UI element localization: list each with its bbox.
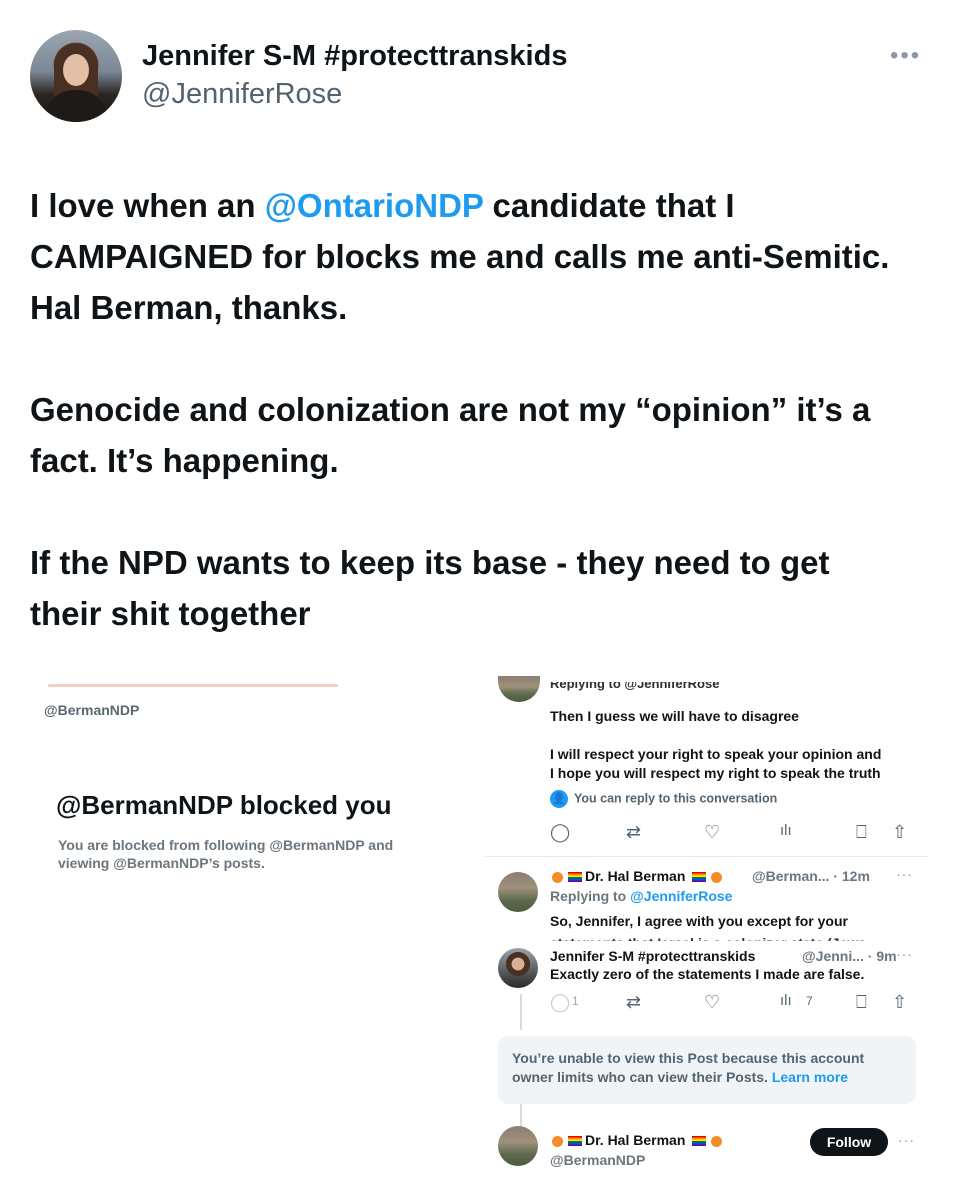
author-display-name[interactable]: Jennifer S-M #protecttranskids	[142, 40, 567, 73]
reply-count: 1	[572, 994, 579, 1008]
tweet-paragraph-2: Genocide and colonization are not my “op…	[30, 391, 871, 479]
mention-link[interactable]: @JenniferRose	[630, 888, 732, 904]
bottom-name-row: Dr. Hal Berman	[550, 1132, 724, 1148]
reply-icon[interactable]: ◯	[550, 822, 570, 843]
more-icon[interactable]: ···	[896, 946, 913, 962]
person-icon: 👤	[550, 790, 568, 808]
tweet-paragraph-3: If the NPD wants to keep its base - they…	[30, 544, 830, 632]
flag-emoji	[692, 1136, 707, 1147]
bottom-handle: @BermanNDP	[550, 1152, 646, 1168]
blocked-description: You are blocked from following @BermanND…	[58, 837, 394, 871]
jen-text: Exactly zero of the statements I made ar…	[550, 966, 865, 982]
bookmark-icon[interactable]: ⎕	[856, 822, 867, 843]
views-icon[interactable]: ılı	[780, 822, 792, 839]
jen-handle-time: @Jenni... · 9m	[802, 948, 897, 964]
reply-icon[interactable]: ◯	[550, 992, 570, 1013]
more-icon[interactable]: ···	[896, 866, 913, 882]
share-icon[interactable]: ⇧	[892, 992, 907, 1013]
action-bar: ◯ ⇄ ♡ ılı ⎕ ⇧	[550, 822, 920, 844]
follow-button[interactable]: Follow	[810, 1128, 888, 1156]
reply-text-line: Then I guess we will have to disagree	[550, 708, 799, 724]
views-icon[interactable]: ılı	[780, 992, 792, 1009]
tweet-paragraph-1: I love when an @OntarioNDP candidate tha…	[30, 180, 910, 333]
tweet-header: Dr. Hal Berman	[550, 868, 724, 884]
blocked-handle: @BermanNDP	[44, 702, 140, 718]
blocked-screenshot: @BermanNDP @BermanNDP blocked you You ar…	[36, 676, 466, 936]
blocked-title: @BermanNDP blocked you	[56, 790, 392, 820]
author-avatar[interactable]	[30, 30, 122, 122]
peach-emoji	[552, 871, 563, 883]
thread-line	[520, 994, 522, 1030]
more-icon[interactable]: ···	[898, 1132, 915, 1148]
replying-to-cropped: Replying to @JenniferRose	[550, 682, 720, 691]
peach-emoji	[552, 1135, 563, 1147]
share-icon[interactable]: ⇧	[892, 822, 907, 843]
hal-text-cropped: statements that Israel is a colonizer st…	[550, 932, 866, 941]
avatar	[498, 676, 540, 702]
can-reply-info: 👤 You can reply to this conversation	[550, 790, 777, 808]
can-reply-text: You can reply to this conversation	[574, 791, 778, 806]
flag-emoji	[692, 872, 707, 883]
learn-more-link[interactable]: Learn more	[772, 1069, 848, 1085]
reply-text-line: I will respect your right to speak your …	[550, 746, 882, 762]
replying-to-label: Replying to	[550, 888, 631, 904]
avatar-face	[63, 54, 89, 86]
hal-text: So, Jennifer, I agree with you except fo…	[550, 913, 848, 929]
avatar	[498, 872, 538, 912]
tweet-text-segment: I love when an	[30, 187, 265, 224]
views-count: 7	[806, 994, 813, 1008]
hal-handle-time: @Berman... · 12m	[752, 868, 870, 884]
replying-to: Replying to @JenniferRose	[550, 888, 732, 904]
more-icon[interactable]: •••	[890, 42, 921, 70]
flag-emoji	[568, 872, 582, 883]
bottom-name[interactable]: Dr. Hal Berman	[585, 1132, 685, 1148]
retweet-icon[interactable]: ⇄	[626, 822, 641, 843]
author-handle[interactable]: @JenniferRose	[142, 78, 342, 111]
thread-screenshot: Replying to @JenniferRose Then I guess w…	[484, 676, 959, 1200]
thread-line	[520, 1104, 522, 1126]
bookmark-icon[interactable]: ⎕	[856, 992, 867, 1013]
restricted-notice: You’re unable to view this Post because …	[498, 1036, 916, 1104]
like-icon[interactable]: ♡	[704, 822, 720, 843]
avatar	[498, 1126, 538, 1166]
reply-text-line: I hope you will respect my right to spea…	[550, 765, 881, 781]
attached-image[interactable]: @BermanNDP @BermanNDP blocked you You ar…	[0, 676, 959, 1200]
like-icon[interactable]: ♡	[704, 992, 720, 1013]
mention-link[interactable]: @OntarioNDP	[265, 187, 484, 224]
cropped-edge	[48, 684, 338, 688]
peach-emoji	[711, 1135, 723, 1147]
peach-emoji	[711, 871, 723, 883]
divider	[484, 856, 929, 857]
tweet-text: I love when an @OntarioNDP candidate tha…	[30, 180, 910, 690]
action-bar: ◯ 1 ⇄ ♡ ılı 7 ⎕ ⇧	[550, 992, 920, 1014]
jen-name[interactable]: Jennifer S-M #protecttranskids	[550, 948, 755, 964]
avatar	[498, 948, 538, 988]
hal-name[interactable]: Dr. Hal Berman	[585, 868, 685, 884]
flag-emoji	[568, 1136, 582, 1147]
retweet-icon[interactable]: ⇄	[626, 992, 641, 1013]
